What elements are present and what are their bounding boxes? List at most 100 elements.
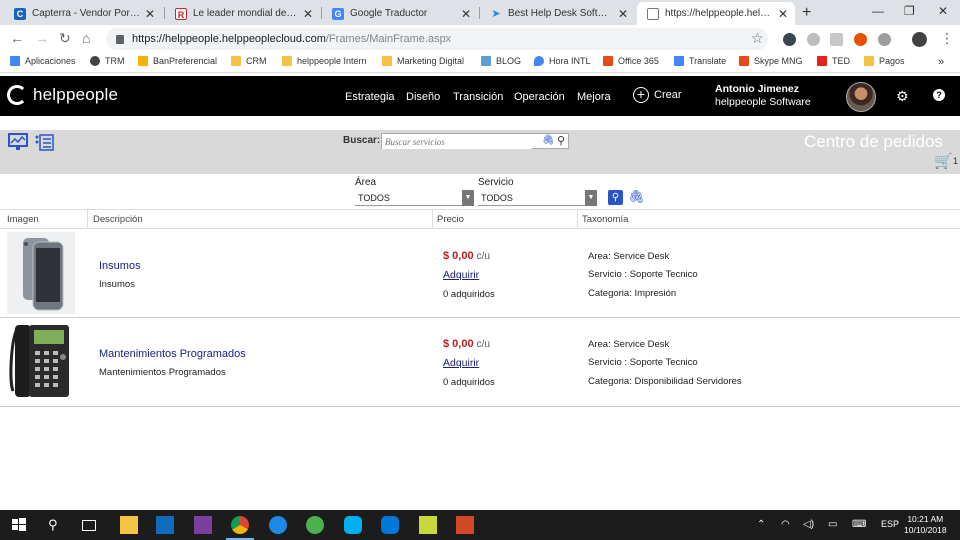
search-icon[interactable]: ⚲ [557, 134, 565, 147]
app-icon[interactable] [419, 516, 437, 534]
language-indicator[interactable]: ESP [881, 519, 899, 529]
brand-logo[interactable]: helppeople [7, 85, 118, 105]
close-tab-icon[interactable]: ✕ [302, 7, 314, 21]
browser-tab-helppeople[interactable]: https://helppeople.helppec ✕ [637, 2, 795, 25]
bookmark-item[interactable]: BanPreferencial [138, 56, 217, 66]
skype-icon[interactable] [344, 516, 362, 534]
map-pin-icon [534, 56, 544, 66]
search-input[interactable] [382, 135, 532, 149]
keyboard-icon[interactable]: ⌨ [852, 519, 866, 530]
volume-icon[interactable]: ◁) [803, 519, 814, 530]
menu-transicion[interactable]: Transición [453, 91, 503, 103]
list-icon[interactable] [35, 133, 55, 151]
avatar[interactable] [846, 82, 876, 112]
windows-taskbar: ⚲ ⌃ ◠ ◁) ▭ ⌨ ESP 10:21 AM 10/10/2018 [0, 510, 960, 540]
new-tab-icon[interactable]: + [802, 4, 811, 22]
acquire-link[interactable]: Adquirir [443, 269, 479, 281]
forward-icon[interactable]: → [35, 30, 49, 46]
service-select[interactable]: TODOS ▼ [478, 190, 597, 206]
windows-logo-icon [739, 56, 749, 66]
search-icon[interactable]: ⚲ [48, 517, 58, 533]
browser-tab-leader[interactable]: R Le leader mondial des soluti ✕ [165, 2, 320, 25]
wifi-icon[interactable]: ◠ [781, 519, 790, 530]
browser-tab-capterra[interactable]: C Capterra - Vendor Portal - h ✕ [4, 2, 162, 25]
acquire-link[interactable]: Adquirir [443, 357, 479, 369]
extension-icon[interactable] [830, 33, 843, 46]
task-view-icon[interactable] [82, 520, 96, 531]
close-tab-icon[interactable]: ✕ [777, 7, 789, 21]
menu-diseno[interactable]: Diseño [406, 91, 440, 103]
paperclip-icon[interactable]: 🖇 [542, 135, 555, 146]
area-select[interactable]: TODOS ▼ [355, 190, 474, 206]
close-window-icon[interactable]: ✕ [938, 4, 948, 18]
skype-business-icon[interactable] [381, 516, 399, 534]
bookmark-item[interactable]: helppeople Intern [282, 56, 367, 66]
column-imagen: Imagen [7, 214, 39, 225]
network-globe-icon[interactable] [306, 516, 324, 534]
browser-toolbar: ← → ↻ ⌂ https://helppeople.helppeopleclo… [0, 25, 960, 53]
profile-icon[interactable] [912, 32, 927, 47]
bookmark-item[interactable]: CRM [231, 56, 267, 66]
bookmark-item[interactable]: TED [817, 56, 850, 66]
bookmark-item[interactable]: BLOG [481, 56, 521, 66]
paperplane-icon: ➤ [491, 7, 501, 20]
bookmark-item[interactable]: Marketing Digital [382, 56, 464, 66]
bookmark-star-icon[interactable]: ☆ [751, 30, 764, 47]
minimize-icon[interactable]: — [872, 4, 884, 18]
menu-mejora[interactable]: Mejora [577, 91, 611, 103]
outlook-icon[interactable] [156, 516, 174, 534]
home-icon[interactable]: ⌂ [82, 30, 90, 46]
reload-icon[interactable]: ↻ [59, 30, 71, 47]
taxonomy-area: Area: Service Desk [588, 339, 670, 350]
search-box: 🖇 ⚲ [381, 133, 569, 149]
bookmark-item[interactable]: TRM [90, 56, 125, 66]
bookmark-item[interactable]: Aplicaciones [10, 56, 76, 66]
service-title[interactable]: Mantenimientos Programados [99, 348, 246, 360]
tray-expand-icon[interactable]: ⌃ [757, 519, 765, 530]
filter-search-button[interactable]: ⚲ [608, 190, 623, 205]
tab-title: Google Traductor [350, 8, 428, 19]
menu-dots-icon[interactable]: ⋮ [940, 30, 954, 47]
bookmark-item[interactable]: Office 365 [603, 56, 659, 66]
monitor-icon[interactable] [8, 133, 28, 151]
bookmark-item[interactable]: Pagos [864, 56, 905, 66]
address-path: /Frames/MainFrame.aspx [325, 33, 452, 45]
clock-date: 10/10/2018 [904, 525, 947, 535]
powerpoint-icon[interactable] [456, 516, 474, 534]
close-tab-icon[interactable]: ✕ [460, 7, 472, 21]
shopping-cart-icon[interactable]: 🛒 [934, 152, 953, 170]
clock-time: 10:21 AM [907, 514, 944, 524]
gear-icon[interactable]: ⚙ [896, 88, 909, 105]
user-info[interactable]: Antonio Jimenez helppeople Software [715, 83, 811, 109]
menu-operacion[interactable]: Operación [514, 91, 565, 103]
more-bookmarks-button[interactable]: » [938, 56, 944, 68]
address-bar[interactable]: https://helppeople.helppeoplecloud.com/F… [106, 28, 768, 50]
restore-icon[interactable]: ❐ [904, 4, 915, 18]
windows-start-icon[interactable] [10, 516, 28, 534]
file-explorer-icon[interactable] [120, 516, 138, 534]
bookmark-item[interactable]: Translate [674, 56, 726, 66]
create-button[interactable]: + Crear [633, 87, 682, 103]
chrome-icon[interactable] [231, 516, 249, 534]
taxonomy-category: Categoria: Disponibilidad Servidores [588, 376, 742, 387]
menu-estrategia[interactable]: Estrategia [345, 91, 395, 103]
extension-icon[interactable] [854, 33, 867, 46]
edge-icon[interactable] [269, 516, 287, 534]
onenote-icon[interactable] [194, 516, 212, 534]
bookmark-item[interactable]: Skype MNG [739, 56, 803, 66]
help-icon[interactable]: ? [933, 89, 945, 101]
tab-title: Le leader mondial des soluti [193, 8, 298, 19]
system-clock[interactable]: 10:21 AM 10/10/2018 [904, 514, 947, 536]
service-title[interactable]: Insumos [99, 260, 141, 272]
close-tab-icon[interactable]: ✕ [617, 7, 629, 21]
close-tab-icon[interactable]: ✕ [144, 7, 156, 21]
filter-paperclip-icon[interactable]: 🖇 [628, 189, 645, 205]
extension-icon[interactable] [783, 33, 796, 46]
extension-icon[interactable] [878, 33, 891, 46]
notification-icon[interactable]: ▭ [828, 519, 837, 530]
back-icon[interactable]: ← [10, 30, 24, 46]
browser-tab-helpdesk[interactable]: ➤ Best Help Desk Software | 2 ✕ [480, 2, 635, 25]
bookmark-item[interactable]: Hora INTL [534, 56, 591, 66]
extension-icon[interactable] [807, 33, 820, 46]
browser-tab-translator[interactable]: G Google Traductor ✕ [322, 2, 478, 25]
